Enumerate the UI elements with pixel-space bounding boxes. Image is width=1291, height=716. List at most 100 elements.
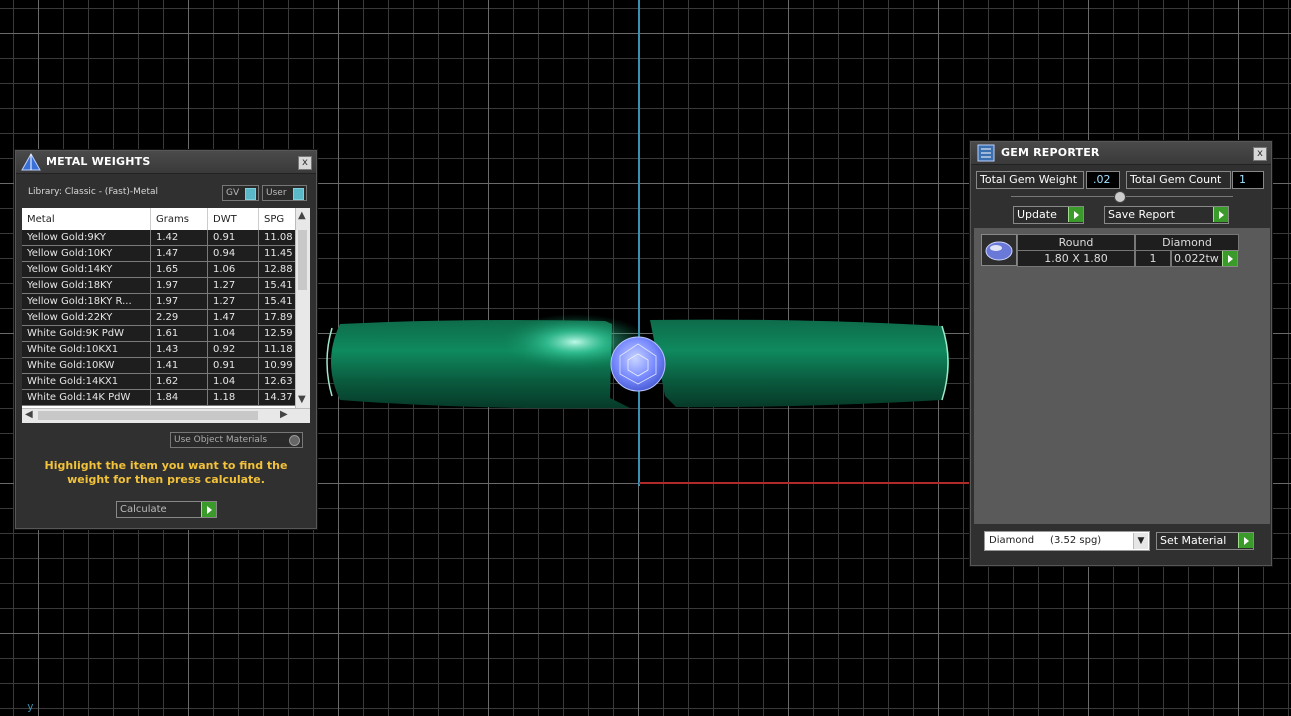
grams-cell[interactable]: 1.97 bbox=[150, 293, 208, 310]
metal-weights-table[interactable]: Metal Grams DWT SPG Yellow Gold:9KY 1.42 0… bbox=[22, 208, 310, 423]
gem-diamond bbox=[610, 336, 666, 392]
grams-cell[interactable]: 1.65 bbox=[150, 261, 208, 278]
metal-cell[interactable]: Yellow Gold:10KY bbox=[22, 245, 151, 262]
play-arrow-icon[interactable] bbox=[1222, 251, 1237, 266]
grams-cell[interactable]: 1.84 bbox=[150, 389, 208, 406]
use-object-materials-option[interactable]: Use Object Materials bbox=[170, 432, 303, 448]
radio-icon[interactable] bbox=[289, 435, 300, 446]
gem-thumbnail-icon[interactable] bbox=[981, 234, 1017, 266]
splitter-handle-icon[interactable] bbox=[1114, 191, 1126, 203]
metal-cell[interactable]: Yellow Gold:9KY bbox=[22, 230, 151, 246]
gem-reporter-titlebar[interactable]: GEM REPORTER x bbox=[971, 142, 1271, 165]
table-row[interactable]: Yellow Gold:14KY 1.65 1.06 12.88 bbox=[22, 261, 310, 278]
grams-cell[interactable]: 1.43 bbox=[150, 341, 208, 358]
ring-model[interactable] bbox=[320, 312, 960, 412]
table-header-row: Metal Grams DWT SPG bbox=[22, 208, 310, 230]
scroll-up-icon[interactable]: ▲ bbox=[298, 210, 306, 221]
table-row[interactable]: White Gold:14KX1 1.62 1.04 12.63 bbox=[22, 373, 310, 390]
metal-cell[interactable]: Yellow Gold:22KY bbox=[22, 309, 151, 326]
total-gem-weight-value: .02 bbox=[1086, 171, 1120, 189]
gem-reporter-panel: GEM REPORTER x Total Gem Weight .02 Tota… bbox=[970, 141, 1272, 566]
metal-weights-title: METAL WEIGHTS bbox=[46, 155, 151, 168]
play-arrow-icon[interactable] bbox=[1213, 207, 1228, 222]
library-label: Library: Classic - (Fast)-Metal bbox=[28, 187, 159, 197]
dwt-cell[interactable]: 1.18 bbox=[207, 389, 259, 406]
grams-cell[interactable]: 1.62 bbox=[150, 373, 208, 390]
dwt-cell[interactable]: 1.06 bbox=[207, 261, 259, 278]
dwt-cell[interactable]: 1.04 bbox=[207, 325, 259, 342]
dwt-cell[interactable]: 1.47 bbox=[207, 309, 259, 326]
metal-cell[interactable]: Yellow Gold:18KY R... bbox=[22, 293, 151, 310]
grams-cell[interactable]: 1.42 bbox=[150, 230, 208, 246]
metal-cell[interactable]: White Gold:14KX1 bbox=[22, 373, 151, 390]
ring-band-right bbox=[650, 319, 949, 408]
gem-reporter-title: GEM REPORTER bbox=[1001, 146, 1100, 159]
save-report-button[interactable]: Save Report bbox=[1104, 206, 1229, 224]
metal-cell[interactable]: White Gold:10KW bbox=[22, 357, 151, 374]
grams-cell[interactable]: 1.97 bbox=[150, 277, 208, 294]
play-arrow-icon[interactable] bbox=[1238, 533, 1253, 548]
dwt-cell[interactable]: 0.91 bbox=[207, 357, 259, 374]
gem-size-cell[interactable]: 1.80 X 1.80 bbox=[1017, 250, 1135, 267]
gem-count-cell[interactable]: 1 bbox=[1135, 250, 1171, 267]
metal-cell[interactable]: Yellow Gold:14KY bbox=[22, 261, 151, 278]
user-toggle[interactable]: User bbox=[262, 185, 307, 201]
metal-cell[interactable]: White Gold:9K PdW bbox=[22, 325, 151, 342]
grams-cell[interactable]: 1.61 bbox=[150, 325, 208, 342]
close-icon[interactable]: x bbox=[298, 156, 312, 170]
horizontal-scrollbar[interactable]: ◀ ▶ bbox=[22, 408, 310, 423]
metal-cell[interactable]: White Gold:14K PdW bbox=[22, 389, 151, 406]
scroll-left-icon[interactable]: ◀ bbox=[25, 409, 33, 420]
column-header-metal[interactable]: Metal bbox=[22, 208, 151, 230]
dwt-cell[interactable]: 0.92 bbox=[207, 341, 259, 358]
dwt-cell[interactable]: 1.27 bbox=[207, 293, 259, 310]
table-row[interactable]: White Gold:10KX1 1.43 0.92 11.18 bbox=[22, 341, 310, 358]
table-row[interactable]: White Gold:9K PdW 1.61 1.04 12.59 bbox=[22, 325, 310, 342]
gv-toggle[interactable]: GV bbox=[222, 185, 259, 201]
play-arrow-icon[interactable] bbox=[201, 502, 216, 517]
gv-toggle-label: GV bbox=[226, 188, 240, 198]
gem-material-selected: Diamond (3.52 spg) bbox=[989, 535, 1102, 546]
table-row[interactable]: White Gold:14K PdW 1.84 1.18 14.37 bbox=[22, 389, 310, 406]
scroll-down-icon[interactable]: ▼ bbox=[298, 394, 306, 405]
gem-row-action-button[interactable] bbox=[1222, 250, 1238, 267]
dwt-cell[interactable]: 1.04 bbox=[207, 373, 259, 390]
gem-weight-cell[interactable]: 0.022tw bbox=[1171, 250, 1225, 267]
column-header-grams[interactable]: Grams bbox=[150, 208, 208, 230]
grams-cell[interactable]: 1.41 bbox=[150, 357, 208, 374]
dwt-cell[interactable]: 1.27 bbox=[207, 277, 259, 294]
vertical-scrollbar[interactable]: ▲ ▼ bbox=[295, 208, 310, 408]
gem-material-select[interactable]: Diamond (3.52 spg) ▼ bbox=[984, 531, 1150, 551]
grams-cell[interactable]: 2.29 bbox=[150, 309, 208, 326]
use-object-materials-label: Use Object Materials bbox=[174, 435, 268, 445]
calculate-button[interactable]: Calculate bbox=[116, 501, 217, 518]
total-gem-weight-label: Total Gem Weight bbox=[976, 171, 1084, 189]
toggle-knob-icon bbox=[293, 188, 304, 200]
table-row[interactable]: Yellow Gold:18KY R... 1.97 1.27 15.41 bbox=[22, 293, 310, 310]
gem-material-cell[interactable]: Diamond bbox=[1135, 234, 1239, 251]
set-material-button[interactable]: Set Material bbox=[1156, 532, 1254, 550]
metal-weights-icon bbox=[21, 152, 41, 171]
dwt-cell[interactable]: 0.94 bbox=[207, 245, 259, 262]
close-icon[interactable]: x bbox=[1253, 147, 1267, 161]
scroll-right-icon[interactable]: ▶ bbox=[280, 409, 288, 420]
scrollbar-thumb[interactable] bbox=[298, 230, 307, 290]
update-button[interactable]: Update bbox=[1013, 206, 1084, 224]
gem-list[interactable]: Round Diamond 1.80 X 1.80 1 0.022tw bbox=[974, 228, 1270, 524]
scrollbar-thumb[interactable] bbox=[38, 411, 258, 420]
grams-cell[interactable]: 1.47 bbox=[150, 245, 208, 262]
chevron-down-icon[interactable]: ▼ bbox=[1133, 533, 1148, 549]
gem-shape-cell[interactable]: Round bbox=[1017, 234, 1135, 251]
table-row[interactable]: White Gold:10KW 1.41 0.91 10.99 bbox=[22, 357, 310, 374]
metal-weights-titlebar[interactable]: METAL WEIGHTS x bbox=[16, 151, 316, 174]
dwt-cell[interactable]: 0.91 bbox=[207, 230, 259, 246]
play-arrow-icon[interactable] bbox=[1068, 207, 1083, 222]
metal-cell[interactable]: White Gold:10KX1 bbox=[22, 341, 151, 358]
table-row[interactable]: Yellow Gold:9KY 1.42 0.91 11.08 bbox=[22, 230, 310, 246]
metal-cell[interactable]: Yellow Gold:18KY bbox=[22, 277, 151, 294]
table-row[interactable]: Yellow Gold:22KY 2.29 1.47 17.89 bbox=[22, 309, 310, 326]
table-row[interactable]: Yellow Gold:10KY 1.47 0.94 11.45 bbox=[22, 245, 310, 262]
metal-weights-panel: METAL WEIGHTS x Library: Classic - (Fast… bbox=[15, 150, 317, 529]
column-header-dwt[interactable]: DWT bbox=[207, 208, 259, 230]
table-row[interactable]: Yellow Gold:18KY 1.97 1.27 15.41 bbox=[22, 277, 310, 294]
